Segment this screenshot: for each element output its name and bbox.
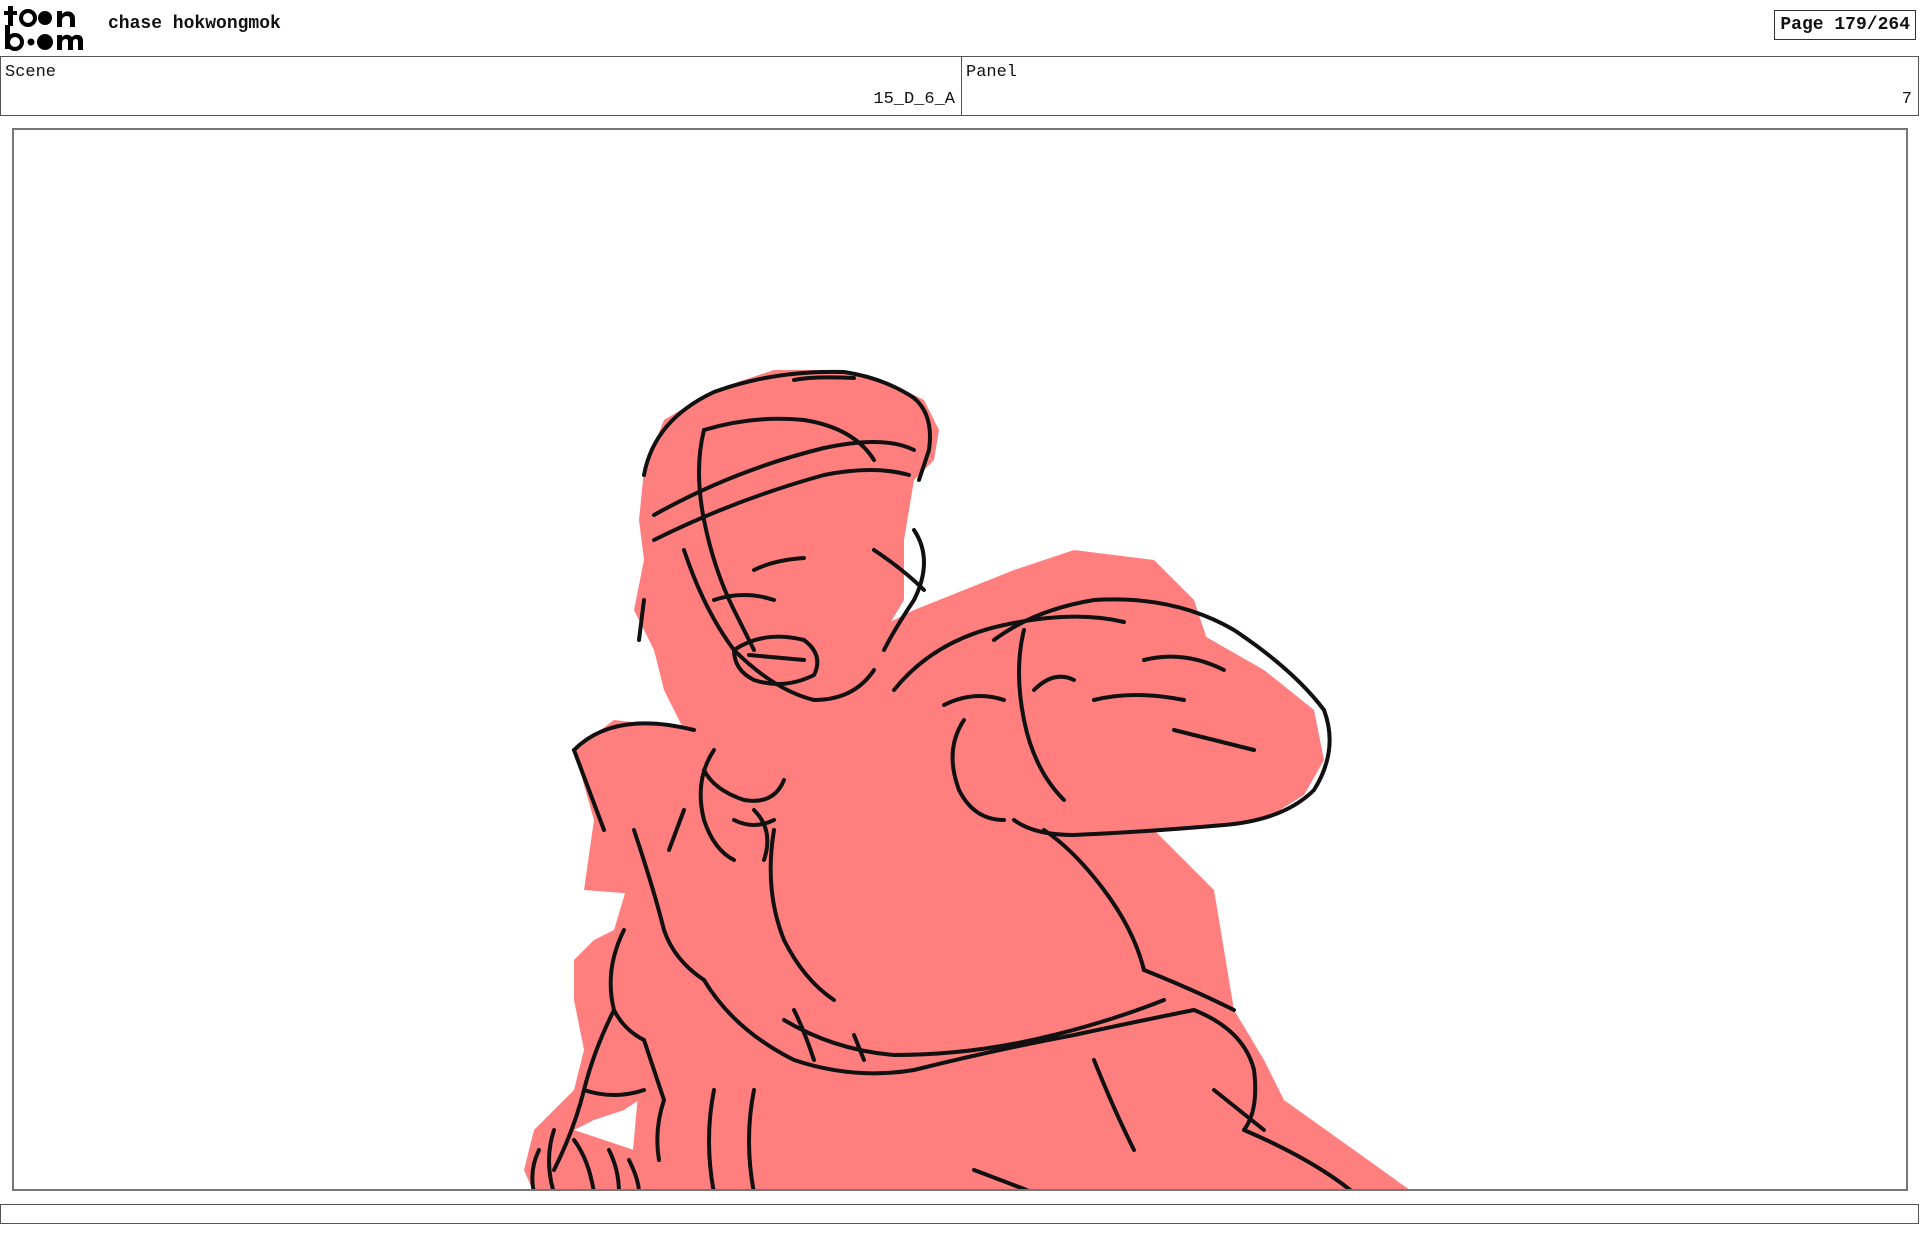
storyboard-frame xyxy=(12,128,1908,1191)
scene-value: 15_D_6_A xyxy=(873,90,955,109)
panel-cell: Panel 7 xyxy=(962,57,1918,115)
caption-bar xyxy=(0,1204,1919,1224)
panel-label: Panel xyxy=(966,63,1018,82)
scene-panel-header: Scene 15_D_6_A Panel 7 xyxy=(0,56,1919,116)
scene-label: Scene xyxy=(5,63,57,82)
scene-cell: Scene 15_D_6_A xyxy=(1,57,962,115)
character-fill xyxy=(524,370,1409,1189)
character-sketch xyxy=(524,369,1409,1189)
panel-value: 7 xyxy=(1901,90,1912,109)
toon-boom-logo xyxy=(4,6,83,51)
page-number: Page 179/264 xyxy=(1774,10,1916,40)
author-name: chase hokwongmok xyxy=(108,14,281,34)
